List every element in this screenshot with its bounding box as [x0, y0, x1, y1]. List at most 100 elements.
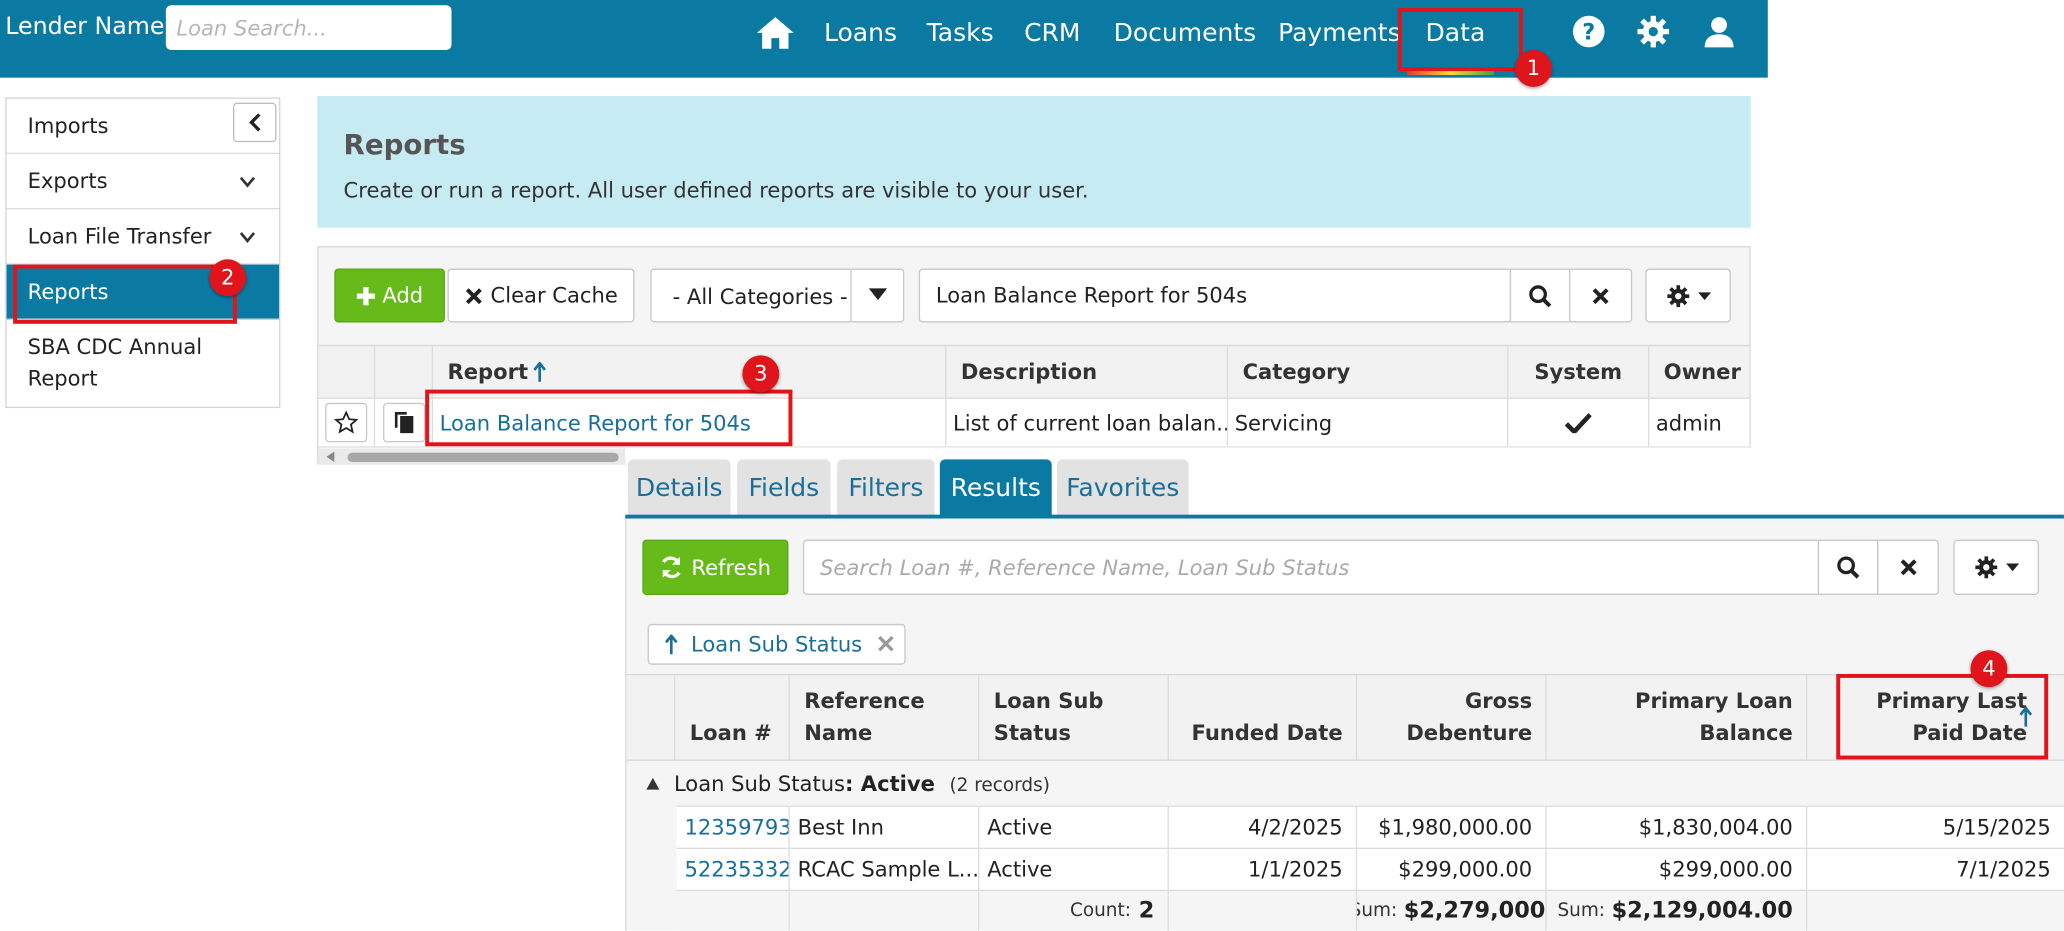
funded-date: 1/1/2025 — [1169, 849, 1358, 890]
report-search-clear-button[interactable] — [1569, 268, 1633, 323]
loan-number-link[interactable]: 52235332 — [677, 849, 790, 890]
column-header-primary-loan-balance[interactable]: Primary Loan Balance — [1547, 675, 1808, 760]
column-header-owner[interactable]: Owner — [1649, 346, 1749, 397]
tab-filters[interactable]: Filters — [837, 459, 935, 516]
close-icon — [465, 287, 482, 304]
report-search-input[interactable] — [918, 268, 1512, 323]
table-row[interactable]: 52235332 RCAC Sample L... Active 1/1/202… — [676, 847, 2064, 890]
collapse-sidebar-button[interactable] — [232, 102, 277, 143]
sidebar-item-label: Exports — [27, 168, 108, 194]
column-header-line: Loan Sub — [993, 688, 1104, 714]
primary-last-paid-date: 5/15/2025 — [1942, 814, 2051, 840]
column-header-system[interactable]: System — [1508, 346, 1650, 398]
nav-payments[interactable]: Payments — [1278, 18, 1401, 47]
scrollbar-thumb[interactable] — [347, 452, 619, 463]
category-select[interactable]: - All Categories - — [650, 268, 905, 323]
primary-loan-balance: $299,000.00 — [1547, 849, 1808, 890]
results-search-button[interactable] — [1817, 539, 1879, 595]
nav-tasks[interactable]: Tasks — [927, 18, 994, 47]
scroll-left-arrow[interactable] — [326, 451, 335, 463]
column-header-gross-debenture[interactable]: Gross Debenture — [1357, 675, 1547, 760]
tab-details[interactable]: Details — [627, 459, 731, 516]
caret-down-icon — [1697, 291, 1711, 300]
refresh-button[interactable]: Refresh — [642, 539, 789, 595]
nav-loans[interactable]: Loans — [824, 18, 897, 47]
remove-group-icon[interactable] — [875, 633, 896, 654]
sidebar-item-sba-cdc-annual-report[interactable]: SBA CDC Annual Report — [7, 320, 279, 407]
tab-fields[interactable]: Fields — [737, 459, 831, 516]
tab-favorites[interactable]: Favorites — [1056, 459, 1189, 516]
close-icon — [1592, 287, 1609, 304]
column-header-line: Balance — [1699, 720, 1793, 746]
sort-up-arrow-icon — [665, 633, 678, 654]
search-icon — [1837, 556, 1860, 579]
column-header-description[interactable]: Description — [946, 346, 1229, 398]
close-icon — [1899, 559, 1916, 576]
home-icon[interactable] — [754, 12, 796, 54]
gear-icon[interactable] — [1636, 14, 1670, 48]
summary-gross-sum: Sum: $2,279,000 — [1357, 891, 1547, 931]
column-header-line: Gross — [1464, 688, 1533, 714]
clear-cache-button[interactable]: Clear Cache — [447, 268, 635, 323]
reference-name: RCAC Sample L... — [790, 849, 980, 890]
clear-cache-label: Clear Cache — [490, 283, 618, 309]
nav-crm[interactable]: CRM — [1024, 18, 1080, 47]
favorite-star-button[interactable] — [319, 398, 376, 447]
gross-debenture: $299,000.00 — [1357, 849, 1547, 890]
highlight-last-paid-column — [1836, 673, 2049, 760]
group-by-chip[interactable]: Loan Sub Status — [647, 623, 906, 665]
plus-icon — [356, 286, 375, 305]
caret-down-icon[interactable] — [868, 288, 888, 301]
callout-1: 1 — [1515, 50, 1552, 87]
column-header-category[interactable]: Category — [1228, 346, 1509, 398]
group-label-text: Loan Sub Status — [673, 771, 846, 797]
summary-cell-empty — [790, 891, 980, 931]
refresh-label: Refresh — [691, 554, 771, 580]
highlight-data-nav — [1397, 7, 1523, 72]
loan-number-link[interactable]: 12359793 — [677, 806, 790, 848]
loan-sub-status: Active — [979, 849, 1169, 890]
gross-debenture: $1,980,000.00 — [1357, 806, 1547, 848]
summary-row: Count: 2 Sum: $2,279,000 Sum: $2,129,004… — [676, 889, 2064, 931]
column-header-line: Primary Loan — [1635, 688, 1793, 714]
column-header-loan-number[interactable]: Loan # — [675, 675, 790, 760]
loan-search-input[interactable] — [165, 5, 452, 51]
loan-sub-status: Active — [979, 806, 1169, 848]
group-row[interactable]: Loan Sub Status: Active (2 records) — [626, 762, 2064, 806]
table-row[interactable]: 12359793 Best Inn Active 4/2/2025 $1,980… — [676, 805, 2064, 848]
primary-last-paid-date: 7/1/2025 — [1956, 856, 2051, 882]
refresh-icon — [662, 556, 681, 579]
summary-sum-label: Sum: — [1557, 900, 1606, 922]
help-icon[interactable]: ? — [1572, 14, 1606, 48]
column-header-funded-date[interactable]: Funded Date — [1169, 675, 1358, 760]
user-icon[interactable] — [1702, 14, 1736, 48]
column-header-label: Report — [447, 359, 529, 385]
svg-text:?: ? — [1582, 19, 1595, 45]
summary-cell-empty — [677, 891, 790, 931]
nav-documents[interactable]: Documents — [1114, 18, 1257, 47]
add-report-button[interactable]: Add — [334, 268, 445, 323]
results-settings-button[interactable] — [1953, 539, 2039, 595]
sidebar-item-loan-file-transfer[interactable]: Loan File Transfer — [6, 209, 280, 265]
chevron-down-icon — [239, 176, 256, 187]
add-label: Add — [382, 283, 424, 309]
column-header-line: Status — [993, 720, 1071, 746]
results-search-input[interactable] — [802, 539, 1820, 595]
reports-horizontal-scrollbar[interactable] — [318, 448, 630, 465]
column-header-loan-sub-status[interactable]: Loan Sub Status — [979, 675, 1169, 760]
group-value: Active — [860, 771, 935, 797]
collapse-triangle-icon[interactable] — [646, 777, 660, 790]
report-search-button[interactable] — [1509, 268, 1571, 323]
results-search-clear-button[interactable] — [1877, 539, 1939, 595]
report-owner: admin — [1655, 410, 1722, 436]
sidebar-item-exports[interactable]: Exports — [6, 154, 280, 210]
column-header-reference-name[interactable]: Reference Name — [790, 675, 980, 760]
page-title: Reports — [343, 128, 466, 161]
reference-name: Best Inn — [790, 806, 980, 848]
summary-cell-empty — [1169, 891, 1358, 931]
caret-down-icon — [2005, 563, 2019, 572]
tab-results[interactable]: Results — [939, 459, 1052, 516]
report-settings-button[interactable] — [1645, 268, 1731, 323]
lender-name[interactable]: Lender Name — [5, 13, 164, 41]
select-divider — [850, 269, 852, 322]
